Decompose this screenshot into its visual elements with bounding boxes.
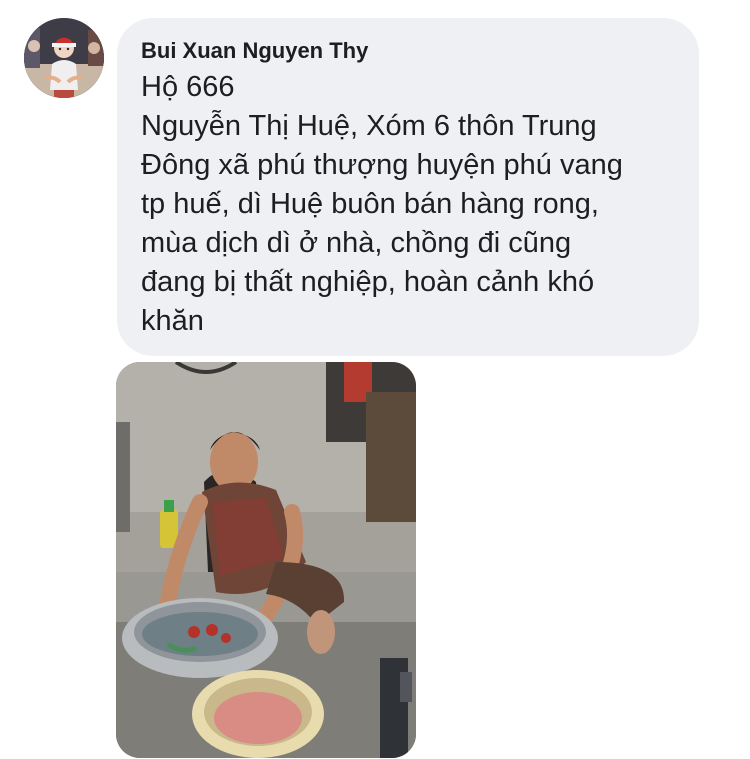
author-name[interactable]: Bui Xuan Nguyen Thy (141, 38, 675, 64)
avatar[interactable] (24, 18, 104, 98)
comment-line: đang bị thất nghiệp, hoàn cảnh khó (141, 266, 595, 298)
comment: Bui Xuan Nguyen Thy Hộ 666 Nguyễn Thị Hu… (0, 0, 750, 759)
comment-line: Hộ 666 (141, 71, 235, 103)
photo-woman-washing-vegetables (116, 362, 416, 758)
comment-line: khăn (141, 305, 204, 337)
avatar-image (24, 18, 104, 98)
attached-photo[interactable] (116, 362, 416, 758)
comment-bubble: Bui Xuan Nguyen Thy Hộ 666 Nguyễn Thị Hu… (117, 18, 699, 356)
comment-line: mùa dịch dì ở nhà, chồng đi cũng (141, 227, 572, 259)
comment-line: tp huế, dì Huệ buôn bán hàng rong, (141, 188, 599, 220)
comment-line: Đông xã phú thượng huyện phú vang (141, 149, 623, 181)
comment-line: Nguyễn Thị Huệ, Xóm 6 thôn Trung (141, 110, 597, 142)
comment-text: Hộ 666 Nguyễn Thị Huệ, Xóm 6 thôn Trung … (141, 68, 675, 341)
